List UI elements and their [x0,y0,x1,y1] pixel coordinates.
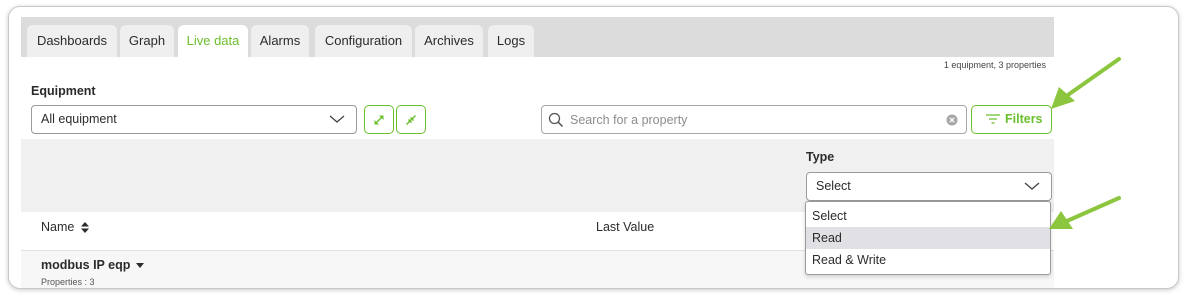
arrow-icon [1049,196,1121,229]
filters-label: Filters [1005,112,1043,126]
collapse-all-button[interactable] [396,105,426,134]
property-search[interactable] [541,105,967,134]
column-header-last-value: Last Value [596,220,655,234]
tab-graph[interactable]: Graph [120,25,174,57]
filters-button[interactable]: Filters [971,105,1052,134]
chevron-down-icon [1024,182,1040,190]
equipment-properties-count: Properties : 3 [41,277,95,287]
type-select-value: Select [816,179,851,193]
equipment-name: modbus IP eqp [41,258,131,272]
type-dropdown-menu: Select Read Read & Write [805,201,1051,275]
screenshot-frame: Dashboards Graph Live data Alarms Config… [8,6,1179,289]
equipment-select-value: All equipment [41,112,117,126]
tab-bar: Dashboards Graph Live data Alarms Config… [21,17,1054,57]
expand-all-button[interactable] [364,105,394,134]
tab-dashboards[interactable]: Dashboards [27,25,117,57]
expand-icon [374,115,384,125]
type-option-read-write[interactable]: Read & Write [806,249,1050,271]
caret-down-icon [135,262,144,268]
type-option-read[interactable]: Read [806,227,1050,249]
column-header-name[interactable]: Name [41,220,89,234]
tab-alarms[interactable]: Alarms [251,25,309,57]
chevron-down-icon [329,115,345,123]
search-icon [548,112,564,128]
summary-count: 1 equipment, 3 properties [943,60,1046,70]
filter-icon [986,114,1000,124]
tab-archives[interactable]: Archives [415,25,483,57]
tab-configuration[interactable]: Configuration [315,25,412,57]
equipment-select[interactable]: All equipment [31,105,357,134]
live-data-panel: Dashboards Graph Live data Alarms Config… [21,17,1054,288]
clear-icon[interactable] [946,114,958,126]
tab-logs[interactable]: Logs [488,25,534,57]
type-label: Type [806,150,835,164]
sort-icon [80,222,89,234]
equipment-row-name[interactable]: modbus IP eqp [41,258,144,272]
type-select[interactable]: Select [806,172,1052,201]
equipment-label: Equipment [31,84,96,98]
arrow-icon [1051,57,1121,109]
collapse-icon [406,115,416,125]
search-input[interactable] [570,110,930,130]
column-header-name-label: Name [41,220,75,234]
tab-live-data[interactable]: Live data [178,25,248,57]
type-option-select[interactable]: Select [806,205,1050,227]
